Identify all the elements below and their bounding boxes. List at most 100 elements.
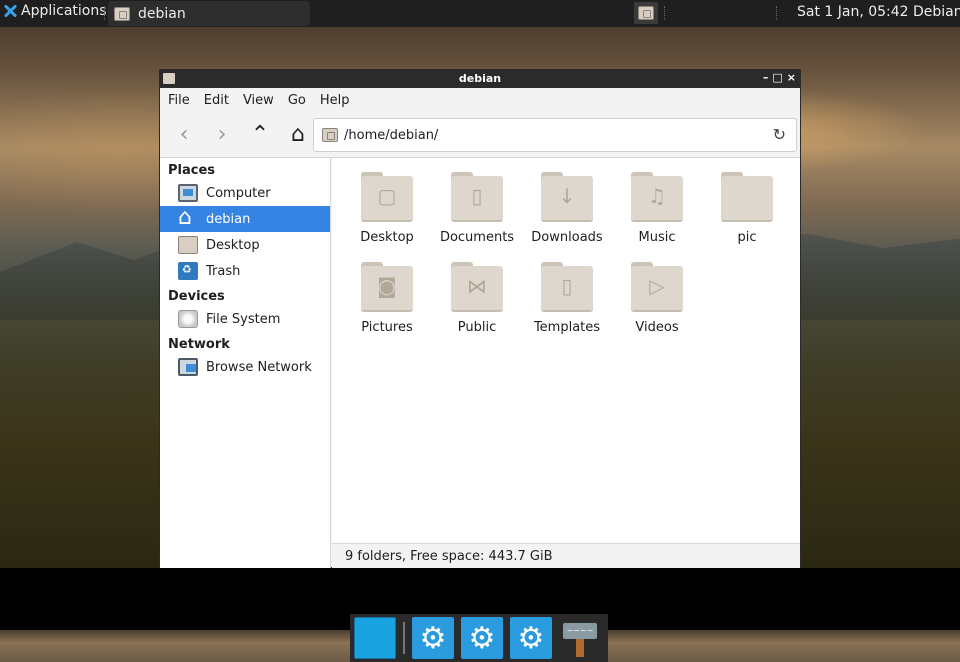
sidebar: Places Computer debian Desktop Trash Dev… [160, 158, 331, 568]
sidebar-item-label: Computer [206, 185, 271, 201]
file-label: Pictures [361, 320, 413, 335]
minimize-button[interactable]: – [763, 71, 769, 84]
dock-separator [403, 622, 405, 654]
drive-icon [178, 310, 198, 328]
dock: ⚙ ⚙ ⚙ ~~~~ [350, 614, 608, 662]
folder-pictures[interactable]: ◙ Pictures [342, 260, 432, 335]
folder-icon: ▢ [361, 170, 413, 222]
menu-edit[interactable]: Edit [204, 93, 229, 108]
window-body: Places Computer debian Desktop Trash Dev… [160, 158, 800, 568]
up-button[interactable]: ⌃ [248, 122, 272, 147]
forward-button[interactable]: › [210, 122, 234, 147]
folder-icon: ▷ [631, 260, 683, 312]
applications-menu[interactable]: Applications [2, 3, 107, 19]
folder-videos[interactable]: ▷ Videos [612, 260, 702, 335]
folder-desktop[interactable]: ▢ Desktop [342, 170, 432, 245]
folder-public[interactable]: ⋈ Public [432, 260, 522, 335]
panel-separator [664, 6, 670, 20]
sidebar-item-file-system[interactable]: File System [160, 306, 330, 332]
trash-icon [178, 262, 198, 280]
file-label: Documents [439, 230, 515, 245]
folder-music[interactable]: ♫ Music [612, 170, 702, 245]
sidebar-item-debian[interactable]: debian [160, 205, 330, 232]
file-manager-window: debian – □ × File Edit View Go Help ‹ › … [159, 69, 801, 568]
file-label: Music [638, 230, 676, 245]
home-folder-icon [114, 6, 130, 21]
dock-settings-button-3[interactable]: ⚙ [510, 617, 552, 659]
signpost-pole [576, 639, 584, 657]
home-folder-icon [322, 128, 338, 142]
section-places: Places [168, 163, 216, 178]
location-path: /home/debian/ [344, 127, 439, 143]
sidebar-item-computer[interactable]: Computer [160, 180, 330, 206]
maximize-button[interactable]: □ [772, 71, 782, 84]
panel-separator [776, 6, 782, 20]
location-bar[interactable]: /home/debian/ ↻ [313, 118, 797, 152]
folder-icon: ⋈ [451, 260, 503, 312]
signpost-icon: ~~~~ [563, 623, 597, 639]
gear-icon: ⚙ [517, 620, 545, 656]
taskbar-button-debian[interactable]: debian [108, 1, 310, 26]
folder-pic[interactable]: pic [702, 170, 792, 245]
close-button[interactable]: × [787, 71, 796, 84]
home-button[interactable]: ⌂ [286, 122, 310, 147]
folder-templates[interactable]: ▯ Templates [522, 260, 612, 335]
dock-settings-button-1[interactable]: ⚙ [412, 617, 454, 659]
gear-icon: ⚙ [468, 620, 496, 656]
gear-icon: ⚙ [419, 620, 447, 656]
file-label: pic [737, 230, 757, 245]
file-label: Videos [635, 320, 679, 335]
top-panel: Applications debian Sat 1 Jan, 05:42 Deb… [0, 0, 960, 27]
dock-settings-button-2[interactable]: ⚙ [461, 617, 503, 659]
folder-documents[interactable]: ▯ Documents [432, 170, 522, 245]
status-text: 9 folders, Free space: 443.7 GiB [345, 548, 553, 564]
menubar: File Edit View Go Help [160, 88, 800, 112]
menu-view[interactable]: View [243, 93, 274, 108]
folder-icon: ▯ [451, 170, 503, 222]
applications-label: Applications [21, 3, 107, 19]
taskbar-label: debian [138, 5, 186, 22]
file-label: Templates [533, 320, 601, 335]
file-grid: ▢ Desktop ▯ Documents ↓ Downloads ♫ Musi… [342, 170, 792, 335]
sidebar-item-label: Browse Network [206, 359, 312, 375]
desktop-folder-icon [178, 236, 198, 254]
window-title: debian [458, 72, 502, 85]
folder-icon: ↓ [541, 170, 593, 222]
file-label: Desktop [360, 230, 414, 245]
folder-icon [638, 6, 654, 20]
status-bar: 9 folders, Free space: 443.7 GiB [332, 543, 800, 568]
menu-go[interactable]: Go [288, 93, 306, 108]
folder-icon: ◙ [361, 260, 413, 312]
tray-file-manager-button[interactable] [634, 2, 658, 24]
sidebar-item-browse-network[interactable]: Browse Network [160, 354, 330, 380]
folder-icon: ♫ [631, 170, 683, 222]
section-network: Network [168, 337, 230, 352]
dock-show-desktop-button[interactable] [354, 617, 396, 659]
folder-icon [721, 170, 773, 222]
sidebar-item-label: debian [206, 211, 251, 227]
chevron-up-icon: ⌃ [250, 122, 270, 147]
chevron-left-icon: ‹ [179, 122, 189, 147]
network-icon [178, 358, 198, 376]
file-view[interactable]: ▢ Desktop ▯ Documents ↓ Downloads ♫ Musi… [332, 158, 800, 543]
dock-signpost-button[interactable]: ~~~~ [559, 617, 601, 659]
sidebar-item-label: Desktop [206, 237, 260, 253]
sidebar-item-desktop[interactable]: Desktop [160, 232, 330, 258]
folder-downloads[interactable]: ↓ Downloads [522, 170, 612, 245]
home-icon [178, 205, 198, 230]
back-button[interactable]: ‹ [172, 122, 196, 147]
chevron-right-icon: › [217, 122, 227, 147]
computer-icon [178, 184, 198, 202]
sidebar-item-trash[interactable]: Trash [160, 258, 330, 284]
menu-help[interactable]: Help [320, 93, 350, 108]
file-label: Downloads [531, 230, 603, 245]
reload-icon[interactable]: ↻ [773, 125, 786, 144]
menu-file[interactable]: File [168, 93, 190, 108]
sidebar-item-label: File System [206, 311, 281, 327]
sidebar-item-label: Trash [206, 263, 241, 279]
user-menu[interactable]: Debian [913, 4, 960, 20]
window-titlebar[interactable]: debian – □ × [160, 70, 800, 88]
section-devices: Devices [168, 289, 225, 304]
xfce-logo-icon [2, 3, 18, 19]
clock[interactable]: Sat 1 Jan, 05:42 [797, 4, 909, 20]
